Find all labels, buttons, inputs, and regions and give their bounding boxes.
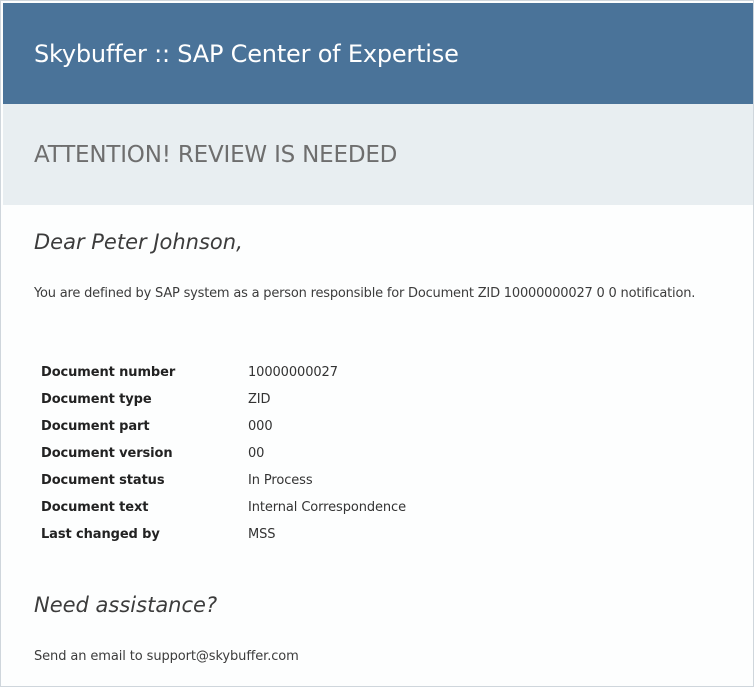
email-frame: Skybuffer :: SAP Center of Expertise ATT… [0, 0, 754, 687]
detail-label: Last changed by [41, 526, 160, 542]
detail-value: 10000000027 [248, 364, 338, 380]
detail-value: Internal Correspondence [248, 499, 406, 515]
greeting: Dear Peter Johnson, [34, 230, 243, 254]
detail-row: Document version 00 [41, 440, 406, 467]
detail-value: 00 [248, 445, 265, 461]
detail-label: Document type [41, 391, 152, 407]
assistance-text: Send an email to support@skybuffer.com [34, 649, 299, 664]
intro-text: You are defined by SAP system as a perso… [34, 286, 696, 301]
detail-label: Document part [41, 418, 150, 434]
attention-banner: ATTENTION! REVIEW IS NEEDED [3, 104, 753, 205]
detail-value: 000 [248, 418, 273, 434]
header-title: Skybuffer :: SAP Center of Expertise [34, 40, 459, 68]
detail-value: In Process [248, 472, 313, 488]
detail-row: Document type ZID [41, 386, 406, 413]
detail-label: Document number [41, 364, 176, 380]
detail-row: Document part 000 [41, 413, 406, 440]
detail-value: MSS [248, 526, 276, 542]
document-details-table: Document number 10000000027 Document typ… [41, 359, 406, 548]
detail-row: Document text Internal Correspondence [41, 494, 406, 521]
attention-title: ATTENTION! REVIEW IS NEEDED [34, 142, 398, 168]
detail-value: ZID [248, 391, 271, 407]
detail-label: Document status [41, 472, 165, 488]
detail-row: Document status In Process [41, 467, 406, 494]
detail-row: Document number 10000000027 [41, 359, 406, 386]
assistance-title: Need assistance? [34, 593, 218, 617]
detail-label: Document text [41, 499, 149, 515]
detail-row: Last changed by MSS [41, 521, 406, 548]
detail-label: Document version [41, 445, 173, 461]
header-bar: Skybuffer :: SAP Center of Expertise [3, 3, 753, 104]
